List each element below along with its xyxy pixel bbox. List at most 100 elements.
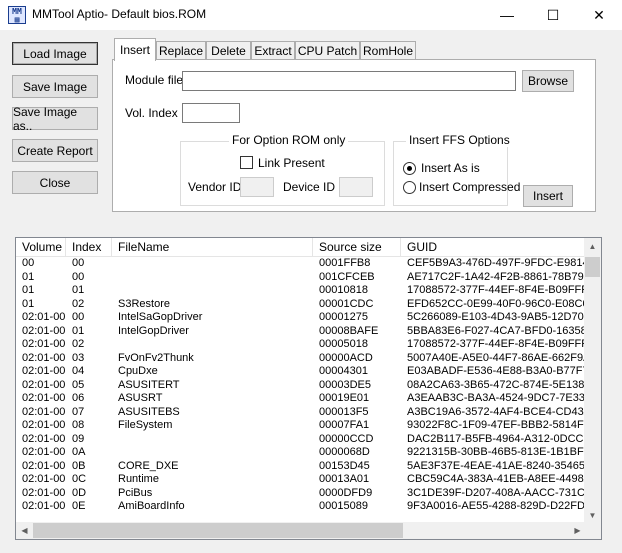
- cell-source-size: 00003DE5: [319, 378, 371, 391]
- device-id-label: Device ID: [283, 180, 336, 194]
- cell-filename: PciBus: [118, 486, 153, 499]
- modules-list[interactable]: Volume Index FileName Source size GUID 0…: [15, 237, 602, 540]
- vertical-scroll-thumb[interactable]: [585, 257, 600, 277]
- device-id-input[interactable]: [339, 177, 373, 197]
- tab-delete[interactable]: Delete: [206, 41, 251, 60]
- module-file-label: Module file: [125, 73, 184, 87]
- column-header-volume[interactable]: Volume: [16, 238, 66, 257]
- cell-filename: ASUSITEBS: [118, 405, 180, 418]
- cell-guid: EFD652CC-0E99-40F0-96C0-E08C08: [407, 297, 586, 310]
- table-row[interactable]: 02:01-00 00 IntelSaGopDriver 00001275 5C2660…: [16, 311, 586, 325]
- list-rows: 00 00 0001FFB8 CEF5B9A3-476D-497F-9FDC-E981…: [16, 257, 586, 514]
- cell-volume: 02:01-00: [22, 324, 66, 337]
- cell-index: 0E: [72, 500, 86, 512]
- horizontal-scroll-thumb[interactable]: [33, 523, 403, 538]
- cell-volume: 02:01-00: [22, 500, 66, 512]
- table-row[interactable]: 01 02 S3Restore 00001CDC EFD652CC-0E99-40F0-…: [16, 298, 586, 312]
- load-image-button[interactable]: Load Image: [12, 42, 98, 65]
- cell-guid: 9221315B-30BB-46B5-813E-1B1BF4: [407, 446, 586, 458]
- table-row[interactable]: 02:01-00 01 IntelGopDriver 00008BAFE 5BBA83E…: [16, 325, 586, 339]
- scroll-left-icon[interactable]: ◀: [16, 522, 33, 539]
- cell-guid: AE717C2F-1A42-4F2B-8861-78B79CA: [407, 270, 586, 283]
- cell-filename: FileSystem: [118, 419, 173, 431]
- cell-source-size: 00004301: [319, 365, 368, 377]
- table-row[interactable]: 01 00 001CFCEB AE717C2F-1A42-4F2B-8861-78B7…: [16, 271, 586, 285]
- insert-as-is-label: Insert As is: [421, 161, 480, 175]
- cell-index: 00: [72, 257, 85, 269]
- minimize-button[interactable]: —: [484, 0, 530, 30]
- tab-cpu-patch[interactable]: CPU Patch: [295, 41, 360, 60]
- column-header-filename[interactable]: FileName: [112, 238, 313, 257]
- table-row[interactable]: 01 01 00010818 17088572-377F-44EF-8F4E-B09F…: [16, 284, 586, 298]
- tab-insert[interactable]: Insert: [114, 38, 156, 61]
- table-row[interactable]: 02:01-00 08 FileSystem 00007FA1 93022F8C-1F0…: [16, 419, 586, 433]
- table-row[interactable]: 02:01-00 02 00005018 17088572-377F-44EF-8F4…: [16, 338, 586, 352]
- column-header-source-size[interactable]: Source size: [313, 238, 401, 257]
- cell-volume: 02:01-00: [22, 338, 66, 350]
- vol-index-label: Vol. Index: [125, 106, 178, 120]
- tab-extract[interactable]: Extract: [251, 41, 295, 60]
- cell-guid: CBC59C4A-383A-41EB-A8EE-4498AE: [407, 473, 586, 485]
- vol-index-input[interactable]: [182, 103, 240, 123]
- column-header-guid[interactable]: GUID: [401, 238, 586, 257]
- table-row[interactable]: 02:01-00 09 00000CCD DAC2B117-B5FB-4964-A31…: [16, 433, 586, 447]
- cell-guid: 5BBA83E6-F027-4CA7-BFD0-16358C: [407, 324, 586, 337]
- table-row[interactable]: 02:01-00 0A 0000068D 9221315B-30BB-46B5-813…: [16, 446, 586, 460]
- table-row[interactable]: 02:01-00 07 ASUSITEBS 000013F5 A3BC19A6-3572…: [16, 406, 586, 420]
- cell-index: 03: [72, 351, 85, 364]
- cell-source-size: 00010818: [319, 284, 368, 296]
- app-icon: MM ▦: [8, 6, 26, 24]
- cell-guid: 5AE3F37E-4EAE-41AE-8240-35465B: [407, 459, 586, 472]
- cell-filename: Runtime: [118, 473, 159, 485]
- table-row[interactable]: 02:01-00 0C Runtime 00013A01 CBC59C4A-383A-4…: [16, 473, 586, 487]
- table-row[interactable]: 02:01-00 04 CpuDxe 00004301 E03ABADF-E536-4E…: [16, 365, 586, 379]
- tab-replace[interactable]: Replace: [156, 41, 206, 60]
- create-report-button[interactable]: Create Report: [12, 139, 98, 162]
- cell-volume: 02:01-00: [22, 459, 66, 472]
- scroll-up-icon[interactable]: ▲: [584, 238, 601, 255]
- table-row[interactable]: 02:01-00 0B CORE_DXE 00153D45 5AE3F37E-4EAE-…: [16, 460, 586, 474]
- cell-index: 05: [72, 378, 85, 391]
- cell-source-size: 00007FA1: [319, 419, 370, 431]
- horizontal-scrollbar[interactable]: ◀ ▶: [16, 522, 586, 539]
- save-image-button[interactable]: Save Image: [12, 75, 98, 98]
- table-row[interactable]: 02:01-00 06 ASUSRT 00019E01 A3EAAB3C-BA3A-45…: [16, 392, 586, 406]
- table-row[interactable]: 02:01-00 0D PciBus 0000DFD9 3C1DE39F-D207-40…: [16, 487, 586, 501]
- cell-index: 02: [72, 338, 85, 350]
- cell-volume: 01: [22, 297, 35, 310]
- table-row[interactable]: 02:01-00 03 FvOnFv2Thunk 00000ACD 5007A40E-A…: [16, 352, 586, 366]
- cell-index: 07: [72, 405, 85, 418]
- insert-compressed-radio[interactable]: [403, 181, 416, 194]
- window-title: MMTool Aptio- Default bios.ROM: [32, 7, 207, 21]
- vertical-scrollbar[interactable]: ▲ ▼: [584, 238, 601, 524]
- column-header-index[interactable]: Index: [66, 238, 112, 257]
- module-file-input[interactable]: [182, 71, 516, 91]
- option-rom-group-title: For Option ROM only: [229, 133, 349, 147]
- cell-source-size: 00001CDC: [319, 297, 374, 310]
- table-row[interactable]: 02:01-00 05 ASUSITERT 00003DE5 08A2CA63-3B65…: [16, 379, 586, 393]
- cell-index: 02: [72, 297, 85, 310]
- cell-index: 0B: [72, 459, 86, 472]
- maximize-button[interactable]: ☐: [530, 0, 576, 30]
- table-row[interactable]: 00 00 0001FFB8 CEF5B9A3-476D-497F-9FDC-E981…: [16, 257, 586, 271]
- list-header: Volume Index FileName Source size GUID: [16, 238, 586, 257]
- cell-guid: 93022F8C-1F09-47EF-BBB2-5814FF6: [407, 419, 586, 431]
- tab-romhole[interactable]: RomHole: [360, 41, 416, 60]
- insert-button[interactable]: Insert: [523, 185, 573, 207]
- insert-tab-panel: Module file Browse Vol. Index For Option…: [112, 59, 596, 212]
- cell-volume: 02:01-00: [22, 446, 66, 458]
- cell-source-size: 00000CCD: [319, 432, 374, 445]
- table-row[interactable]: 02:01-00 0E AmiBoardInfo 00015089 9F3A0016-A…: [16, 500, 586, 514]
- cell-filename: FvOnFv2Thunk: [118, 351, 194, 364]
- close-button[interactable]: Close: [12, 171, 98, 194]
- cell-filename: [112, 446, 313, 460]
- vendor-id-input[interactable]: [240, 177, 274, 197]
- cell-source-size: 00013A01: [319, 473, 370, 485]
- cell-filename: ASUSITERT: [118, 378, 180, 391]
- save-image-as-button[interactable]: Save Image as..: [12, 105, 98, 133]
- close-window-button[interactable]: ✕: [576, 0, 622, 30]
- insert-as-is-radio[interactable]: [403, 162, 416, 175]
- link-present-checkbox[interactable]: [240, 156, 253, 169]
- cell-guid: A3BC19A6-3572-4AF4-BCE4-CD43A8: [407, 405, 586, 418]
- browse-button[interactable]: Browse: [522, 70, 574, 92]
